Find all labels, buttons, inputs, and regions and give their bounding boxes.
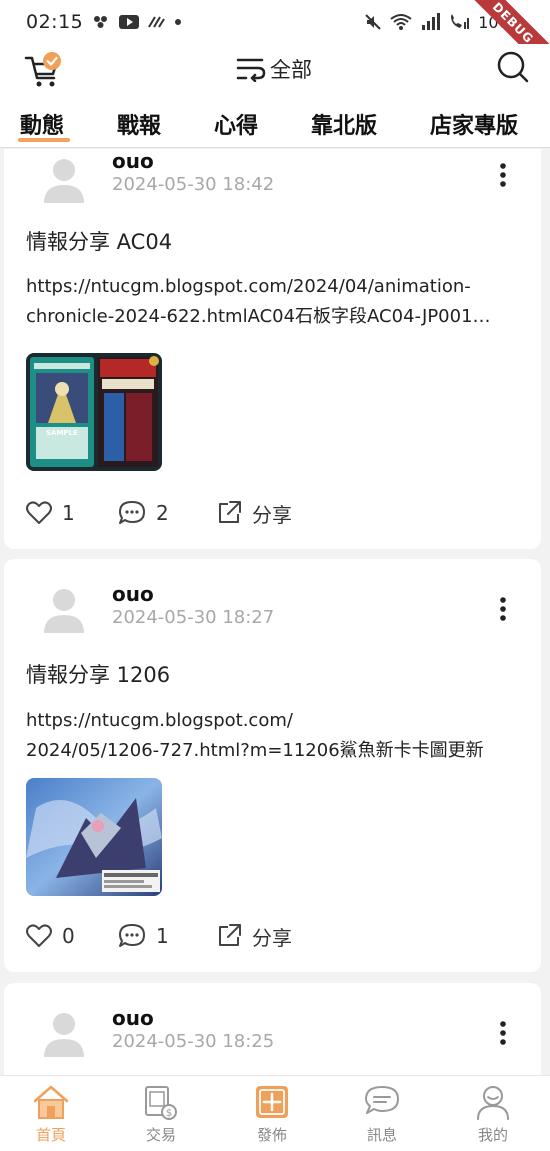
tab-feed[interactable]: 動態 <box>20 108 64 140</box>
nav-publish[interactable]: 發佈 <box>232 1082 312 1145</box>
tab-store-board[interactable]: 店家專版 <box>430 108 518 140</box>
comment-count: 2 <box>156 501 169 525</box>
message-icon <box>365 1086 399 1114</box>
like-count: 1 <box>62 501 75 525</box>
share-button[interactable]: 分享 <box>216 922 292 951</box>
mute-icon <box>365 14 381 30</box>
more-options-icon[interactable] <box>495 1019 511 1049</box>
avatar-placeholder-icon[interactable] <box>40 155 88 203</box>
search-icon <box>497 51 529 83</box>
search-button[interactable] <box>496 50 530 84</box>
nav-profile-label: 我的 <box>477 1126 508 1144</box>
status-bar: 02:15 100% DEBUG <box>0 0 550 84</box>
post-timestamp: 2024-05-30 18:42 <box>112 174 275 195</box>
comment-button[interactable]: 1 <box>118 923 169 949</box>
post-title[interactable]: 情報分享 AC04 <box>26 226 172 256</box>
cart-icon <box>24 52 61 87</box>
nav-messages-label: 訊息 <box>366 1126 397 1144</box>
comment-icon <box>119 924 145 947</box>
post-card: ouo 2024-05-30 18:25 <box>4 983 541 1075</box>
post-title[interactable]: 情報分享 1206 <box>26 659 170 689</box>
post-username[interactable]: ouo <box>112 1006 154 1030</box>
comment-button[interactable]: 2 <box>118 500 169 526</box>
post-card: ouo 2024-05-30 18:27 情報分享 1206 https://n… <box>4 559 541 972</box>
more-options-icon[interactable] <box>495 161 511 191</box>
comment-icon <box>119 501 145 524</box>
tab-battle-reports[interactable]: 戰報 <box>117 108 161 140</box>
post-image-graphic: SAMPLE <box>26 353 162 471</box>
more-options-icon[interactable] <box>495 595 511 625</box>
dot-icon <box>175 19 182 25</box>
filter-icon <box>236 58 266 82</box>
post-timestamp: 2024-05-30 18:27 <box>112 607 275 628</box>
share-icon <box>219 501 241 523</box>
avatar-placeholder-icon[interactable] <box>40 585 88 633</box>
post-image-graphic <box>26 778 162 896</box>
nav-home-label: 首頁 <box>35 1126 66 1144</box>
home-icon <box>33 1085 69 1119</box>
wifi-icon <box>390 14 412 30</box>
post-image[interactable]: SAMPLE <box>26 353 162 471</box>
share-label: 分享 <box>252 502 292 527</box>
avatar-placeholder-icon[interactable] <box>40 1009 88 1057</box>
heart-icon <box>26 924 52 947</box>
tab-reviews[interactable]: 心得 <box>214 108 258 140</box>
category-tabs: 動態 戰報 心得 靠北版 店家專版 <box>0 100 550 148</box>
youtube-icon <box>119 15 140 29</box>
heart-icon <box>26 501 52 524</box>
nav-trade[interactable]: $ 交易 <box>121 1082 201 1145</box>
like-button[interactable]: 1 <box>26 501 75 525</box>
nav-home[interactable]: 首頁 <box>11 1082 91 1145</box>
share-label: 分享 <box>252 925 292 950</box>
comment-count: 1 <box>156 924 169 948</box>
nav-trade-label: 交易 <box>145 1126 176 1144</box>
nav-messages[interactable]: 訊息 <box>342 1082 422 1145</box>
svg-text:$: $ <box>166 1108 172 1119</box>
post-actions: 1 2 分享 <box>26 497 526 529</box>
bottom-navigation: 首頁 $ 交易 發佈 訊息 我的 <box>0 1075 550 1151</box>
signal-icon <box>422 13 441 30</box>
filter-button[interactable]: 全部 <box>236 54 312 84</box>
post-username[interactable]: ouo <box>112 149 154 173</box>
call-signal-icon <box>451 14 470 29</box>
sync-icon <box>148 16 166 28</box>
notification-dots-icon <box>94 16 108 28</box>
cart-button[interactable] <box>24 50 64 90</box>
notification-icons <box>93 15 183 29</box>
post-feed[interactable]: ouo 2024-05-30 18:42 情報分享 AC04 https://n… <box>0 149 550 1075</box>
publish-icon <box>256 1086 288 1118</box>
like-button[interactable]: 0 <box>26 924 75 948</box>
post-image[interactable] <box>26 778 162 896</box>
active-tab-indicator <box>18 138 70 142</box>
post-username[interactable]: ouo <box>112 582 154 606</box>
tab-rant-board[interactable]: 靠北版 <box>311 108 377 140</box>
post-body[interactable]: https://ntucgm.blogspot.com/ 2024/05/120… <box>26 706 521 768</box>
share-icon <box>219 924 241 946</box>
top-app-bar: 全部 <box>0 44 550 100</box>
like-count: 0 <box>62 924 75 948</box>
post-body[interactable]: https://ntucgm.blogspot.com/2024/04/anim… <box>26 272 521 332</box>
filter-label: 全部 <box>270 58 312 82</box>
svg-text:SAMPLE: SAMPLE <box>46 429 78 437</box>
share-button[interactable]: 分享 <box>216 499 292 528</box>
profile-icon <box>477 1086 509 1120</box>
post-card: ouo 2024-05-30 18:42 情報分享 AC04 https://n… <box>4 149 541 549</box>
nav-profile[interactable]: 我的 <box>453 1082 533 1145</box>
status-time: 02:15 <box>26 11 84 33</box>
trade-icon: $ <box>145 1086 177 1120</box>
post-timestamp: 2024-05-30 18:25 <box>112 1031 275 1052</box>
nav-publish-label: 發佈 <box>256 1126 287 1144</box>
post-actions: 0 1 分享 <box>26 920 526 952</box>
